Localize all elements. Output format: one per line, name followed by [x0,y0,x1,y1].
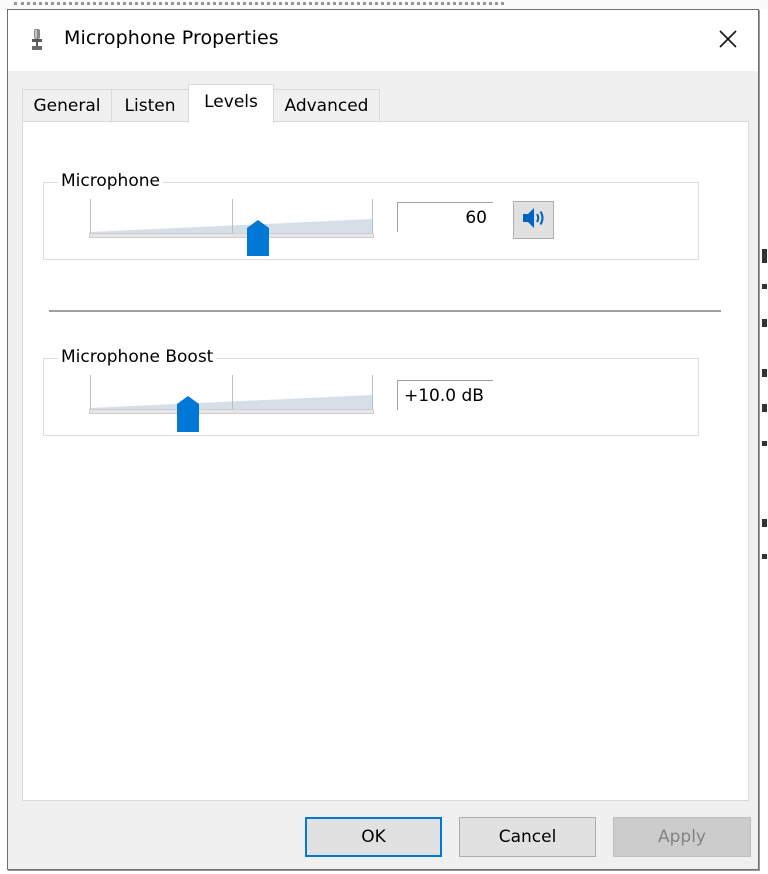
background-text [14,0,504,5]
speaker-icon [522,207,546,233]
slider-track-graphic [89,375,374,414]
ok-button[interactable]: OK [305,817,442,857]
microphone-boost-value: +10.0 dB [397,380,493,410]
tab-listen[interactable]: Listen [111,89,189,121]
tab-levels[interactable]: Levels [188,84,274,123]
microphone-group: Microphone 60 [43,170,699,260]
microphone-properties-dialog: Microphone Properties General Listen Lev… [7,9,759,870]
microphone-icon [30,29,44,51]
background-window-edge [0,0,768,9]
tab-general[interactable]: General [22,89,112,121]
close-icon [718,29,738,53]
title-bar[interactable]: Microphone Properties [8,10,758,71]
background-window-right [761,9,768,874]
mute-button[interactable] [513,201,554,239]
dialog-title: Microphone Properties [64,27,279,49]
slider-thumb[interactable] [246,220,269,256]
separator [49,310,721,312]
close-button[interactable] [698,10,758,71]
microphone-boost-slider[interactable] [89,375,374,432]
cancel-button[interactable]: Cancel [459,817,596,857]
microphone-boost-group-label: Microphone Boost [58,346,217,368]
levels-panel: Microphone 60 Microphone Boost +10.0 dB [22,121,749,801]
tab-advanced[interactable]: Advanced [273,89,380,121]
microphone-group-label: Microphone [58,170,163,192]
microphone-boost-group: Microphone Boost +10.0 dB [43,346,699,436]
slider-track-graphic [89,199,374,238]
microphone-level-input[interactable]: 60 [397,202,493,232]
microphone-volume-slider[interactable] [89,199,374,256]
slider-thumb[interactable] [176,396,199,432]
apply-button[interactable]: Apply [613,817,751,857]
